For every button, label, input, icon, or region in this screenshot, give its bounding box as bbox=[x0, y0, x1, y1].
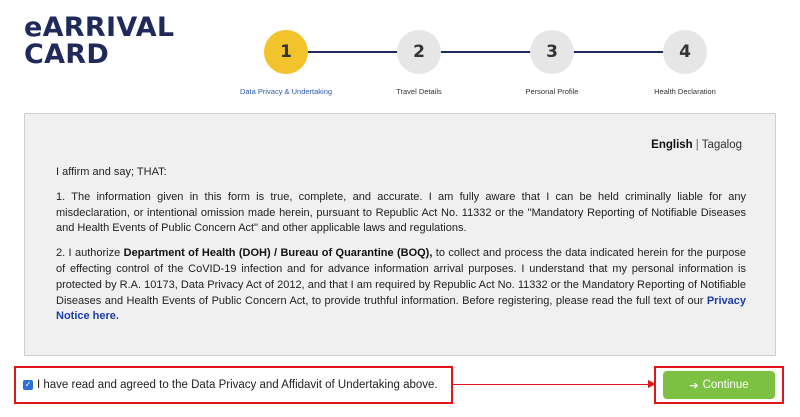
language-switcher: English | Tagalog bbox=[651, 139, 742, 151]
step-1-number: 1 bbox=[280, 42, 292, 62]
stepper-connector bbox=[286, 51, 686, 53]
step-4-number: 4 bbox=[679, 42, 691, 62]
step-3-number: 3 bbox=[546, 42, 558, 62]
language-tagalog[interactable]: Tagalog bbox=[702, 139, 742, 151]
agreement-highlight: ✓ I have read and agreed to the Data Pri… bbox=[14, 366, 453, 404]
doh-boq-name: Department of Health (DOH) / Bureau of Q… bbox=[123, 247, 433, 260]
language-separator: | bbox=[695, 139, 699, 151]
affidavit-paragraph-1: 1. The information given in this form is… bbox=[56, 190, 746, 235]
arrow-right-icon: ➔ bbox=[689, 379, 699, 392]
step-3-label: Personal Profile bbox=[525, 87, 579, 96]
agreement-label[interactable]: I have read and agreed to the Data Priva… bbox=[37, 379, 438, 391]
step-1-circle: 1 bbox=[264, 30, 308, 74]
annotation-arrow-line bbox=[453, 384, 649, 385]
privacy-affidavit-panel: English | Tagalog I affirm and say; THAT: … bbox=[24, 113, 776, 356]
step-2-label: Travel Details bbox=[396, 87, 442, 96]
agreement-checkbox[interactable]: ✓ bbox=[23, 380, 33, 390]
step-4-circle: 4 bbox=[663, 30, 707, 74]
step-2-circle: 2 bbox=[397, 30, 441, 74]
affidavit-intro: I affirm and say; THAT: bbox=[56, 166, 167, 178]
language-english[interactable]: English bbox=[651, 139, 693, 151]
step-1-label: Data Privacy & Undertaking bbox=[239, 87, 333, 96]
continue-button[interactable]: ➔ Continue bbox=[663, 371, 775, 399]
step-2-number: 2 bbox=[413, 42, 425, 62]
step-3-circle: 3 bbox=[530, 30, 574, 74]
step-4-label: Health Declaration bbox=[654, 87, 716, 96]
progress-stepper: 1 2 3 4 Data Privacy & Undertaking Trave… bbox=[0, 0, 800, 100]
affidavit-paragraph-2: 2. I authorize Department of Health (DOH… bbox=[56, 246, 746, 325]
affidavit-text: I affirm and say; THAT: 1. The informati… bbox=[56, 165, 746, 334]
continue-label: Continue bbox=[702, 379, 749, 391]
paragraph-2-prefix: 2. I authorize bbox=[56, 247, 124, 260]
